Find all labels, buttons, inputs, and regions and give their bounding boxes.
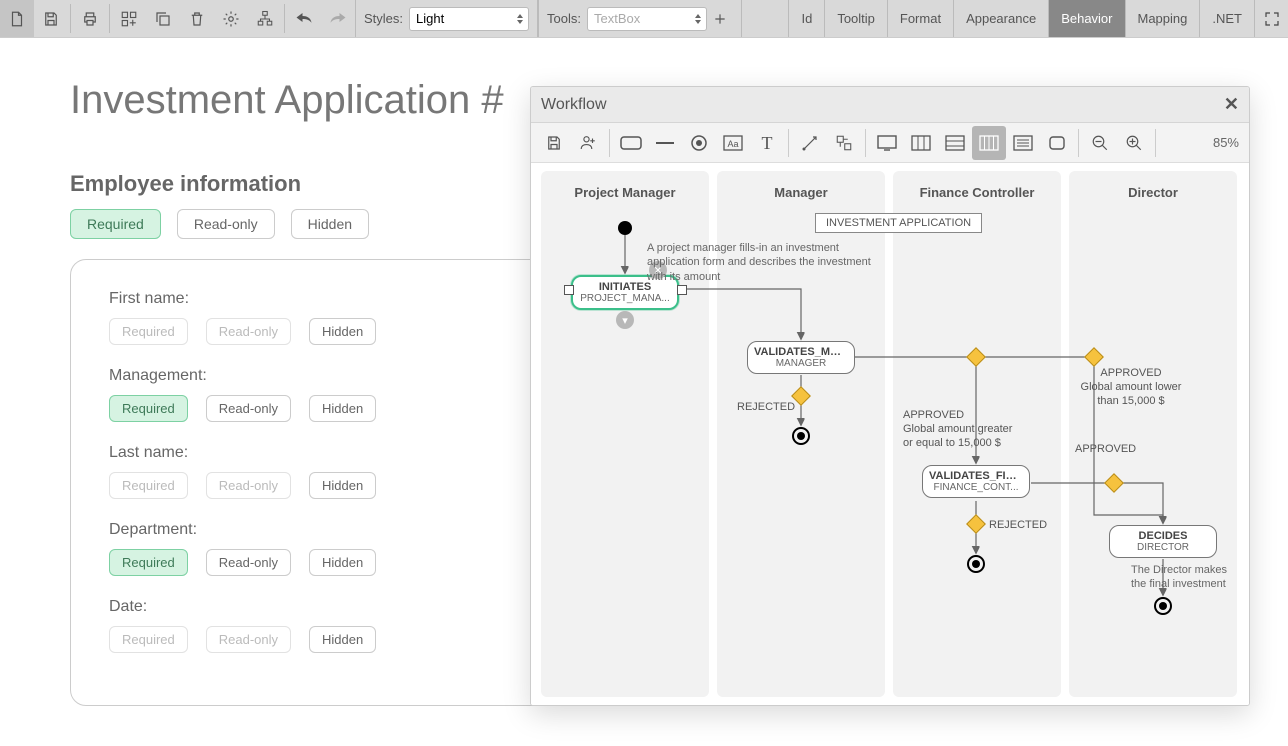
pill-hidden[interactable]: Hidden xyxy=(309,472,376,499)
pill-readonly[interactable]: Read-only xyxy=(206,626,291,653)
section-pill-readonly[interactable]: Read-only xyxy=(177,209,275,239)
close-icon[interactable]: ✕ xyxy=(1224,94,1239,115)
workflow-panel[interactable]: Workflow ✕ Aa T 85% Project Manager Mana… xyxy=(530,86,1250,706)
add-tool-icon[interactable] xyxy=(707,12,733,26)
note-initiates: A project manager fills-in an investment… xyxy=(647,241,887,284)
pill-readonly[interactable]: Read-only xyxy=(206,549,291,576)
main-toolbar: Styles: Light Tools: TextBox Id Tooltip … xyxy=(0,0,1288,38)
pill-hidden[interactable]: Hidden xyxy=(309,549,376,576)
pill-required[interactable]: Required xyxy=(109,549,188,576)
workflow-header-box[interactable]: INVESTMENT APPLICATION xyxy=(815,213,982,233)
end-node[interactable] xyxy=(967,555,985,573)
label-approved3: APPROVED xyxy=(1075,443,1136,457)
tab-mapping[interactable]: Mapping xyxy=(1125,0,1200,37)
end-node[interactable] xyxy=(792,427,810,445)
styles-select[interactable]: Light xyxy=(409,7,529,31)
label-rejected2: REJECTED xyxy=(989,519,1047,533)
wf-align-icon[interactable] xyxy=(827,126,861,160)
node-decides[interactable]: DECIDES DIRECTOR xyxy=(1109,525,1217,558)
section-pill-required[interactable]: Required xyxy=(70,209,161,239)
zoom-out-icon[interactable] xyxy=(1083,126,1117,160)
property-tabs: Id Tooltip Format Appearance Behavior Ma… xyxy=(788,0,1288,37)
workflow-canvas[interactable]: Project Manager Manager Finance Controll… xyxy=(531,163,1249,705)
wf-rect-icon[interactable] xyxy=(614,126,648,160)
fullscreen-icon[interactable] xyxy=(1254,0,1288,37)
add-widget-icon[interactable] xyxy=(112,0,146,37)
pill-required[interactable]: Required xyxy=(109,626,188,653)
end-node[interactable] xyxy=(1154,597,1172,615)
tools-group: Tools: TextBox xyxy=(538,0,742,37)
new-file-icon[interactable] xyxy=(0,0,34,37)
styles-label: Styles: xyxy=(364,11,403,26)
pill-readonly[interactable]: Read-only xyxy=(206,318,291,345)
workflow-toolbar: Aa T 85% xyxy=(531,123,1249,163)
wf-screen-icon[interactable] xyxy=(870,126,904,160)
copy-icon[interactable] xyxy=(146,0,180,37)
wf-list-icon[interactable] xyxy=(1006,126,1040,160)
tab-dotnet[interactable]: .NET xyxy=(1199,0,1254,37)
zoom-in-icon[interactable] xyxy=(1117,126,1151,160)
note-director: The Director makes the final investment xyxy=(1131,563,1241,592)
pill-required[interactable]: Required xyxy=(109,395,188,422)
wf-save-icon[interactable] xyxy=(537,126,571,160)
styles-group: Styles: Light xyxy=(355,0,538,37)
wf-rows-icon[interactable] xyxy=(938,126,972,160)
svg-text:Aa: Aa xyxy=(727,139,738,149)
print-icon[interactable] xyxy=(73,0,107,37)
pill-hidden[interactable]: Hidden xyxy=(309,318,376,345)
tab-id[interactable]: Id xyxy=(788,0,824,37)
label-rejected: REJECTED xyxy=(737,401,795,415)
pill-readonly[interactable]: Read-only xyxy=(206,472,291,499)
resize-handle-icon[interactable] xyxy=(677,285,687,295)
wf-line-icon[interactable] xyxy=(648,126,682,160)
pill-required[interactable]: Required xyxy=(109,472,188,499)
tools-select[interactable]: TextBox xyxy=(587,7,707,31)
svg-text:T: T xyxy=(762,134,773,152)
start-node[interactable] xyxy=(618,221,632,235)
node-validates-finance[interactable]: VALIDATES_FINA... FINANCE_CONT... xyxy=(922,465,1030,498)
wf-text-icon[interactable]: T xyxy=(750,126,784,160)
label-approved-high: APPROVED Global amount greater or equal … xyxy=(903,409,1023,450)
workflow-title: Workflow xyxy=(541,96,607,114)
node-add-icon[interactable]: ▾ xyxy=(616,311,634,329)
tools-label: Tools: xyxy=(547,11,581,26)
label-approved-low: APPROVED Global amount lower than 15,000… xyxy=(1071,367,1191,408)
pill-readonly[interactable]: Read-only xyxy=(206,395,291,422)
zoom-value: 85% xyxy=(1213,135,1243,150)
save-icon[interactable] xyxy=(34,0,68,37)
node-validates-manager[interactable]: VALIDATES_MAN... MANAGER xyxy=(747,341,855,374)
tab-format[interactable]: Format xyxy=(887,0,953,37)
wf-label-icon[interactable]: Aa xyxy=(716,126,750,160)
pill-hidden[interactable]: Hidden xyxy=(309,626,376,653)
wf-target-icon[interactable] xyxy=(682,126,716,160)
resize-handle-icon[interactable] xyxy=(564,285,574,295)
wf-cols4-icon[interactable] xyxy=(972,126,1006,160)
wf-square-icon[interactable] xyxy=(1040,126,1074,160)
pill-hidden[interactable]: Hidden xyxy=(309,395,376,422)
tab-tooltip[interactable]: Tooltip xyxy=(824,0,887,37)
tree-icon[interactable] xyxy=(248,0,282,37)
wf-actor-icon[interactable] xyxy=(571,126,605,160)
tab-appearance[interactable]: Appearance xyxy=(953,0,1048,37)
wf-cols3-icon[interactable] xyxy=(904,126,938,160)
settings-icon[interactable] xyxy=(214,0,248,37)
pill-required[interactable]: Required xyxy=(109,318,188,345)
workflow-header[interactable]: Workflow ✕ xyxy=(531,87,1249,123)
undo-icon[interactable] xyxy=(287,0,321,37)
delete-icon[interactable] xyxy=(180,0,214,37)
tab-behavior[interactable]: Behavior xyxy=(1048,0,1124,37)
section-pill-hidden[interactable]: Hidden xyxy=(291,209,369,239)
redo-icon[interactable] xyxy=(321,0,355,37)
lane-director[interactable]: Director xyxy=(1069,171,1237,697)
wf-connector-icon[interactable] xyxy=(793,126,827,160)
